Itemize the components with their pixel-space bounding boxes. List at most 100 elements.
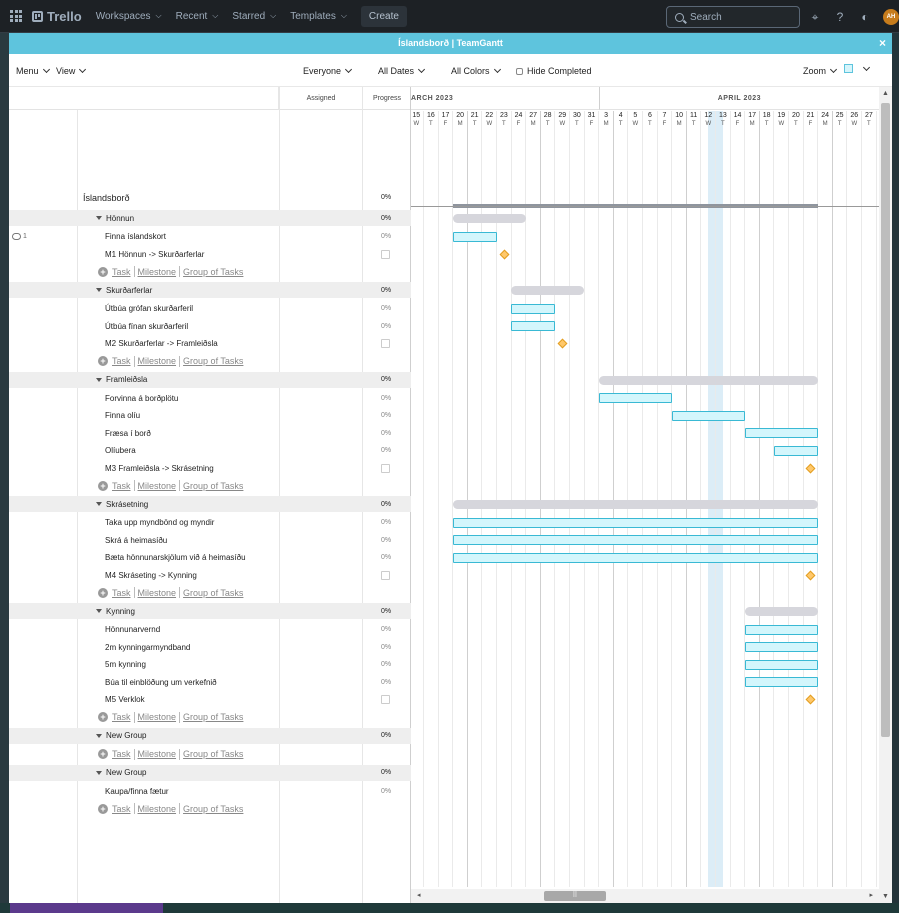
milestone-diamond[interactable] [557, 338, 568, 349]
milestone-complete-checkbox[interactable] [381, 339, 390, 348]
add-task-link[interactable]: Task [112, 356, 131, 366]
close-icon[interactable]: × [879, 33, 886, 53]
add-icon[interactable]: + [98, 266, 108, 277]
milestone-diamond[interactable] [805, 694, 816, 705]
task-row[interactable]: 1 Finna íslandskort 0% [9, 228, 411, 245]
progress-value[interactable]: 0% [366, 554, 406, 561]
scroll-down-icon[interactable]: ▼ [882, 893, 889, 900]
vertical-scrollbar[interactable]: ▲ ▼ [879, 87, 892, 903]
task-row[interactable]: Búa til einblöðung um verkefnið 0% [9, 674, 411, 691]
add-group-link[interactable]: Group of Tasks [183, 712, 243, 722]
collapse-caret-icon[interactable] [96, 288, 102, 293]
task-bar[interactable] [598, 393, 672, 403]
progress-value[interactable]: 0% [366, 412, 406, 419]
task-bar[interactable] [744, 659, 818, 670]
milestone-row[interactable]: M4 Skráseting -> Kynning [9, 567, 411, 584]
task-name[interactable]: Hönnunarvernd [105, 625, 160, 634]
scroll-up-icon[interactable]: ▲ [882, 90, 889, 97]
progress-value[interactable]: 0% [366, 626, 406, 633]
task-name[interactable]: Útbúa fínan skurðarferil [105, 322, 188, 331]
create-button[interactable]: Create [360, 5, 407, 27]
task-name[interactable]: Olíubera [105, 446, 136, 455]
task-name[interactable]: Kaupa/finna fætur [105, 787, 169, 796]
scroll-right-icon[interactable]: ▸ [869, 891, 873, 899]
group-name[interactable]: Kynning [96, 607, 135, 616]
task-bar[interactable] [774, 445, 818, 456]
group-row[interactable]: Kynning 0% [9, 603, 411, 619]
progress-value[interactable]: 0% [366, 537, 406, 544]
collapse-caret-icon[interactable] [96, 502, 102, 507]
group-bar[interactable] [598, 375, 818, 385]
progress-value[interactable]: 0% [366, 644, 406, 651]
color-picker[interactable] [844, 63, 871, 73]
add-milestone-link[interactable]: Milestone [138, 481, 177, 491]
task-bar[interactable] [744, 677, 818, 687]
add-group-link[interactable]: Group of Tasks [183, 588, 243, 598]
milestone-complete-checkbox[interactable] [381, 463, 390, 473]
add-icon[interactable]: + [98, 749, 108, 759]
group-row[interactable]: Skrásetning 0% [9, 496, 411, 512]
milestone-diamond[interactable] [499, 249, 510, 259]
task-name[interactable]: Forvinna á borðplötu [105, 394, 178, 403]
task-bar[interactable] [671, 410, 745, 421]
progress-value[interactable]: 0% [366, 287, 406, 294]
task-name[interactable]: Útbúa grófan skurðarferil [105, 304, 193, 313]
group-row[interactable]: Hönnun 0% [9, 210, 411, 226]
add-task-link[interactable]: Task [112, 481, 131, 491]
add-icon[interactable]: + [98, 712, 108, 722]
task-bar[interactable] [452, 535, 818, 545]
milestone-name[interactable]: M2 Skurðarferlar -> Framleiðsla [105, 339, 218, 348]
group-row[interactable]: New Group 0% [9, 764, 411, 781]
task-row[interactable]: Bæta hönnunarskjölum við á heimasíðu 0% [9, 549, 411, 566]
milestone-diamond[interactable] [805, 570, 816, 580]
add-milestone-link[interactable]: Milestone [138, 356, 177, 366]
notifications-icon[interactable]: ⌖ [808, 10, 822, 24]
add-milestone-link[interactable]: Milestone [138, 712, 177, 722]
task-row[interactable]: Kaupa/finna fætur 0% [9, 783, 411, 800]
milestone-diamond[interactable] [805, 463, 816, 473]
add-milestone-link[interactable]: Milestone [138, 804, 177, 814]
task-row[interactable]: Taka upp myndbönd og myndir 0% [9, 514, 411, 531]
task-row[interactable]: 5m kynning 0% [9, 656, 411, 673]
task-row[interactable]: Útbúa grófan skurðarferil 0% [9, 300, 411, 317]
group-name[interactable]: New Group [96, 731, 146, 740]
nav-recent[interactable]: Recent ⌵ [176, 11, 219, 22]
milestone-name[interactable]: M3 Framleiðsla -> Skrásetning [105, 464, 214, 473]
progress-value[interactable]: 0% [366, 447, 406, 454]
collapse-caret-icon[interactable] [96, 733, 102, 738]
menu-dropdown[interactable]: Menu [16, 65, 50, 76]
group-name[interactable]: Skrásetning [96, 500, 148, 509]
collapse-caret-icon[interactable] [96, 609, 102, 614]
milestone-name[interactable]: M5 Verklok [105, 695, 145, 704]
nav-workspaces[interactable]: Workspaces ⌵ [96, 11, 162, 22]
group-bar[interactable] [744, 607, 818, 616]
task-row[interactable]: 2m kynningarmyndband 0% [9, 639, 411, 656]
add-group-link[interactable]: Group of Tasks [183, 481, 243, 491]
progress-value[interactable]: 0% [366, 769, 406, 776]
progress-value[interactable]: 0% [366, 788, 406, 795]
add-group-link[interactable]: Group of Tasks [183, 804, 243, 814]
progress-value[interactable]: 0% [366, 323, 406, 330]
task-row[interactable]: Olíubera 0% [9, 442, 411, 459]
colors-filter[interactable]: All Colors [451, 65, 501, 76]
milestone-complete-checkbox[interactable] [381, 570, 390, 580]
task-name[interactable]: Skrá á heimasíðu [105, 536, 167, 545]
task-row[interactable]: Skrá á heimasíðu 0% [9, 532, 411, 549]
milestone-complete-checkbox[interactable] [381, 249, 390, 259]
progress-value[interactable]: 0% [366, 395, 406, 402]
comment-count[interactable]: 1 [12, 233, 27, 240]
app-switcher-icon[interactable] [10, 10, 22, 22]
nav-starred[interactable]: Starred ⌵ [232, 11, 276, 22]
task-row[interactable]: Forvinna á borðplötu 0% [9, 390, 411, 407]
add-task-link[interactable]: Task [112, 267, 131, 277]
task-name[interactable]: Bæta hönnunarskjölum við á heimasíðu [105, 553, 246, 562]
progress-value[interactable]: 0% [366, 661, 406, 668]
scroll-thumb[interactable]: ⠿ [544, 891, 606, 901]
progress-value[interactable]: 0% [366, 501, 406, 508]
group-name[interactable]: Skurðarferlar [96, 286, 152, 295]
add-icon[interactable]: + [98, 587, 108, 598]
task-name[interactable]: 2m kynningarmyndband [105, 643, 190, 652]
add-task-link[interactable]: Task [112, 712, 131, 722]
task-bar[interactable] [511, 303, 555, 314]
view-dropdown[interactable]: View [56, 65, 87, 76]
